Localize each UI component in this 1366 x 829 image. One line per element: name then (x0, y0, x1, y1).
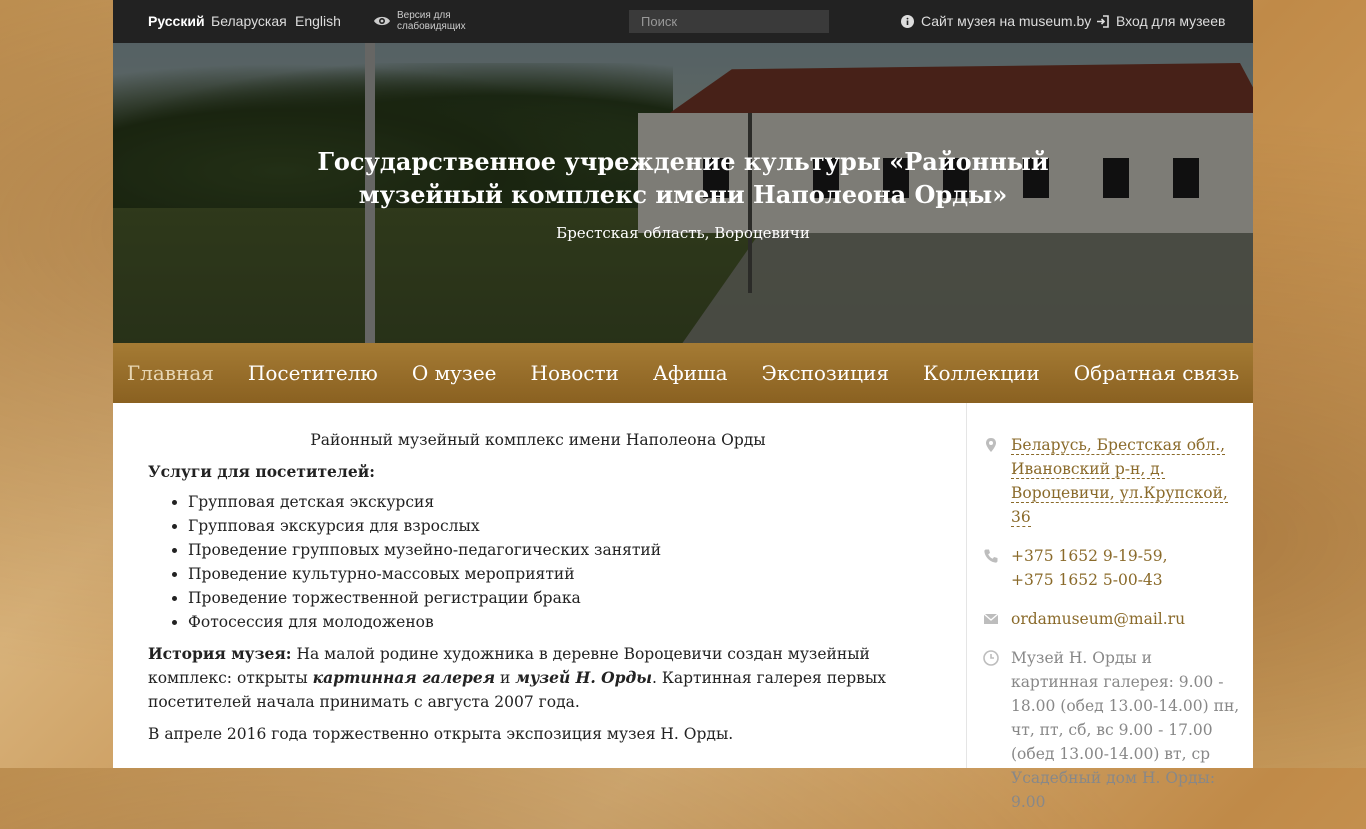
hours-row: Музей Н. Орды и картинная галерея: 9.00 … (983, 646, 1243, 814)
nav-item-exposition[interactable]: Экспозиция (762, 361, 889, 385)
museum-site-link[interactable]: Сайт музея на museum.by (901, 13, 1091, 29)
opening-hours: Музей Н. Орды и картинная галерея: 9.00 … (1011, 649, 1240, 811)
services-heading-line: Услуги для посетителей: (148, 460, 928, 484)
sign-in-icon (1097, 14, 1109, 28)
email-row: ordamuseum@mail.ru (983, 607, 1243, 631)
info-icon (901, 14, 914, 28)
nav-item-visitor[interactable]: Посетителю (248, 361, 378, 385)
list-item: Фотосессия для молодоженов (188, 610, 928, 634)
contact-sidebar: Беларусь, Брестская обл., Ивановский р-н… (983, 433, 1243, 829)
search-input[interactable] (629, 10, 829, 33)
nav-item-collections[interactable]: Коллекции (923, 361, 1040, 385)
column-divider (966, 403, 967, 768)
page-title: Государственное учреждение культуры «Рай… (317, 147, 1049, 209)
login-link[interactable]: Вход для музеев (1096, 13, 1225, 29)
history-paragraph-2: В апреле 2016 года торжественно открыта … (148, 725, 734, 743)
nav-item-feedback[interactable]: Обратная связь (1074, 361, 1239, 385)
envelope-icon (983, 613, 999, 624)
list-item: Проведение культурно-массовых мероприяти… (188, 562, 928, 586)
phone-row: +375 1652 9-19-59, +375 1652 5-00-43 (983, 544, 1243, 592)
history-text-2: и (495, 669, 516, 687)
list-item: Групповая детская экскурсия (188, 490, 928, 514)
page-subtitle: Брестская область, Вороцевичи (556, 224, 810, 242)
history-emphasis-museum: музей Н. Орды (515, 668, 653, 687)
intro-text: Районный музейный комплекс имени Наполео… (310, 431, 766, 449)
low-vision-toggle[interactable]: Версия для слабовидящих (373, 10, 477, 32)
address-row: Беларусь, Брестская обл., Ивановский р-н… (983, 433, 1243, 529)
services-list: Групповая детская экскурсия Групповая эк… (148, 490, 928, 634)
services-heading: Услуги для посетителей: (148, 462, 375, 481)
main-content: Районный музейный комплекс имени Наполео… (148, 428, 928, 754)
nav-item-about[interactable]: О музее (412, 361, 497, 385)
main-area: Районный музейный комплекс имени Наполео… (113, 403, 1253, 811)
list-item: Проведение торжественной регистрации бра… (188, 586, 928, 610)
nav-item-home[interactable]: Главная (127, 361, 214, 385)
history-emphasis-gallery: картинная галерея (312, 668, 496, 687)
phone-icon (984, 549, 998, 563)
nav-item-news[interactable]: Новости (531, 361, 619, 385)
clock-icon (983, 650, 999, 666)
lang-english[interactable]: English (295, 13, 341, 29)
list-item: Проведение групповых музейно-педагогичес… (188, 538, 928, 562)
list-item: Групповая экскурсия для взрослых (188, 514, 928, 538)
hero-banner: Государственное учреждение культуры «Рай… (113, 43, 1253, 343)
nav-item-events[interactable]: Афиша (653, 361, 728, 385)
lang-russian[interactable]: Русский (148, 13, 205, 29)
phone-1[interactable]: +375 1652 9-19-59, (1011, 547, 1168, 565)
email-link[interactable]: ordamuseum@mail.ru (1011, 607, 1185, 631)
low-vision-label: Версия для слабовидящих (397, 10, 466, 32)
top-bar: Русский Беларуская English Версия для сл… (113, 0, 1253, 43)
history-paragraph: История музея: На малой родине художника… (148, 642, 928, 714)
museum-site-label: Сайт музея на museum.by (921, 13, 1092, 29)
lang-belarusian[interactable]: Беларуская (211, 13, 287, 29)
history-label: История музея: (148, 644, 292, 663)
phone-2[interactable]: +375 1652 5-00-43 (1011, 571, 1163, 589)
address-link[interactable]: Беларусь, Брестская обл., Ивановский р-н… (1011, 436, 1228, 527)
map-marker-icon (986, 438, 996, 452)
main-nav: Главная Посетителю О музее Новости Афиша… (113, 343, 1253, 403)
eye-icon (374, 16, 390, 26)
login-label: Вход для музеев (1116, 13, 1226, 29)
page: Русский Беларуская English Версия для сл… (113, 0, 1253, 811)
